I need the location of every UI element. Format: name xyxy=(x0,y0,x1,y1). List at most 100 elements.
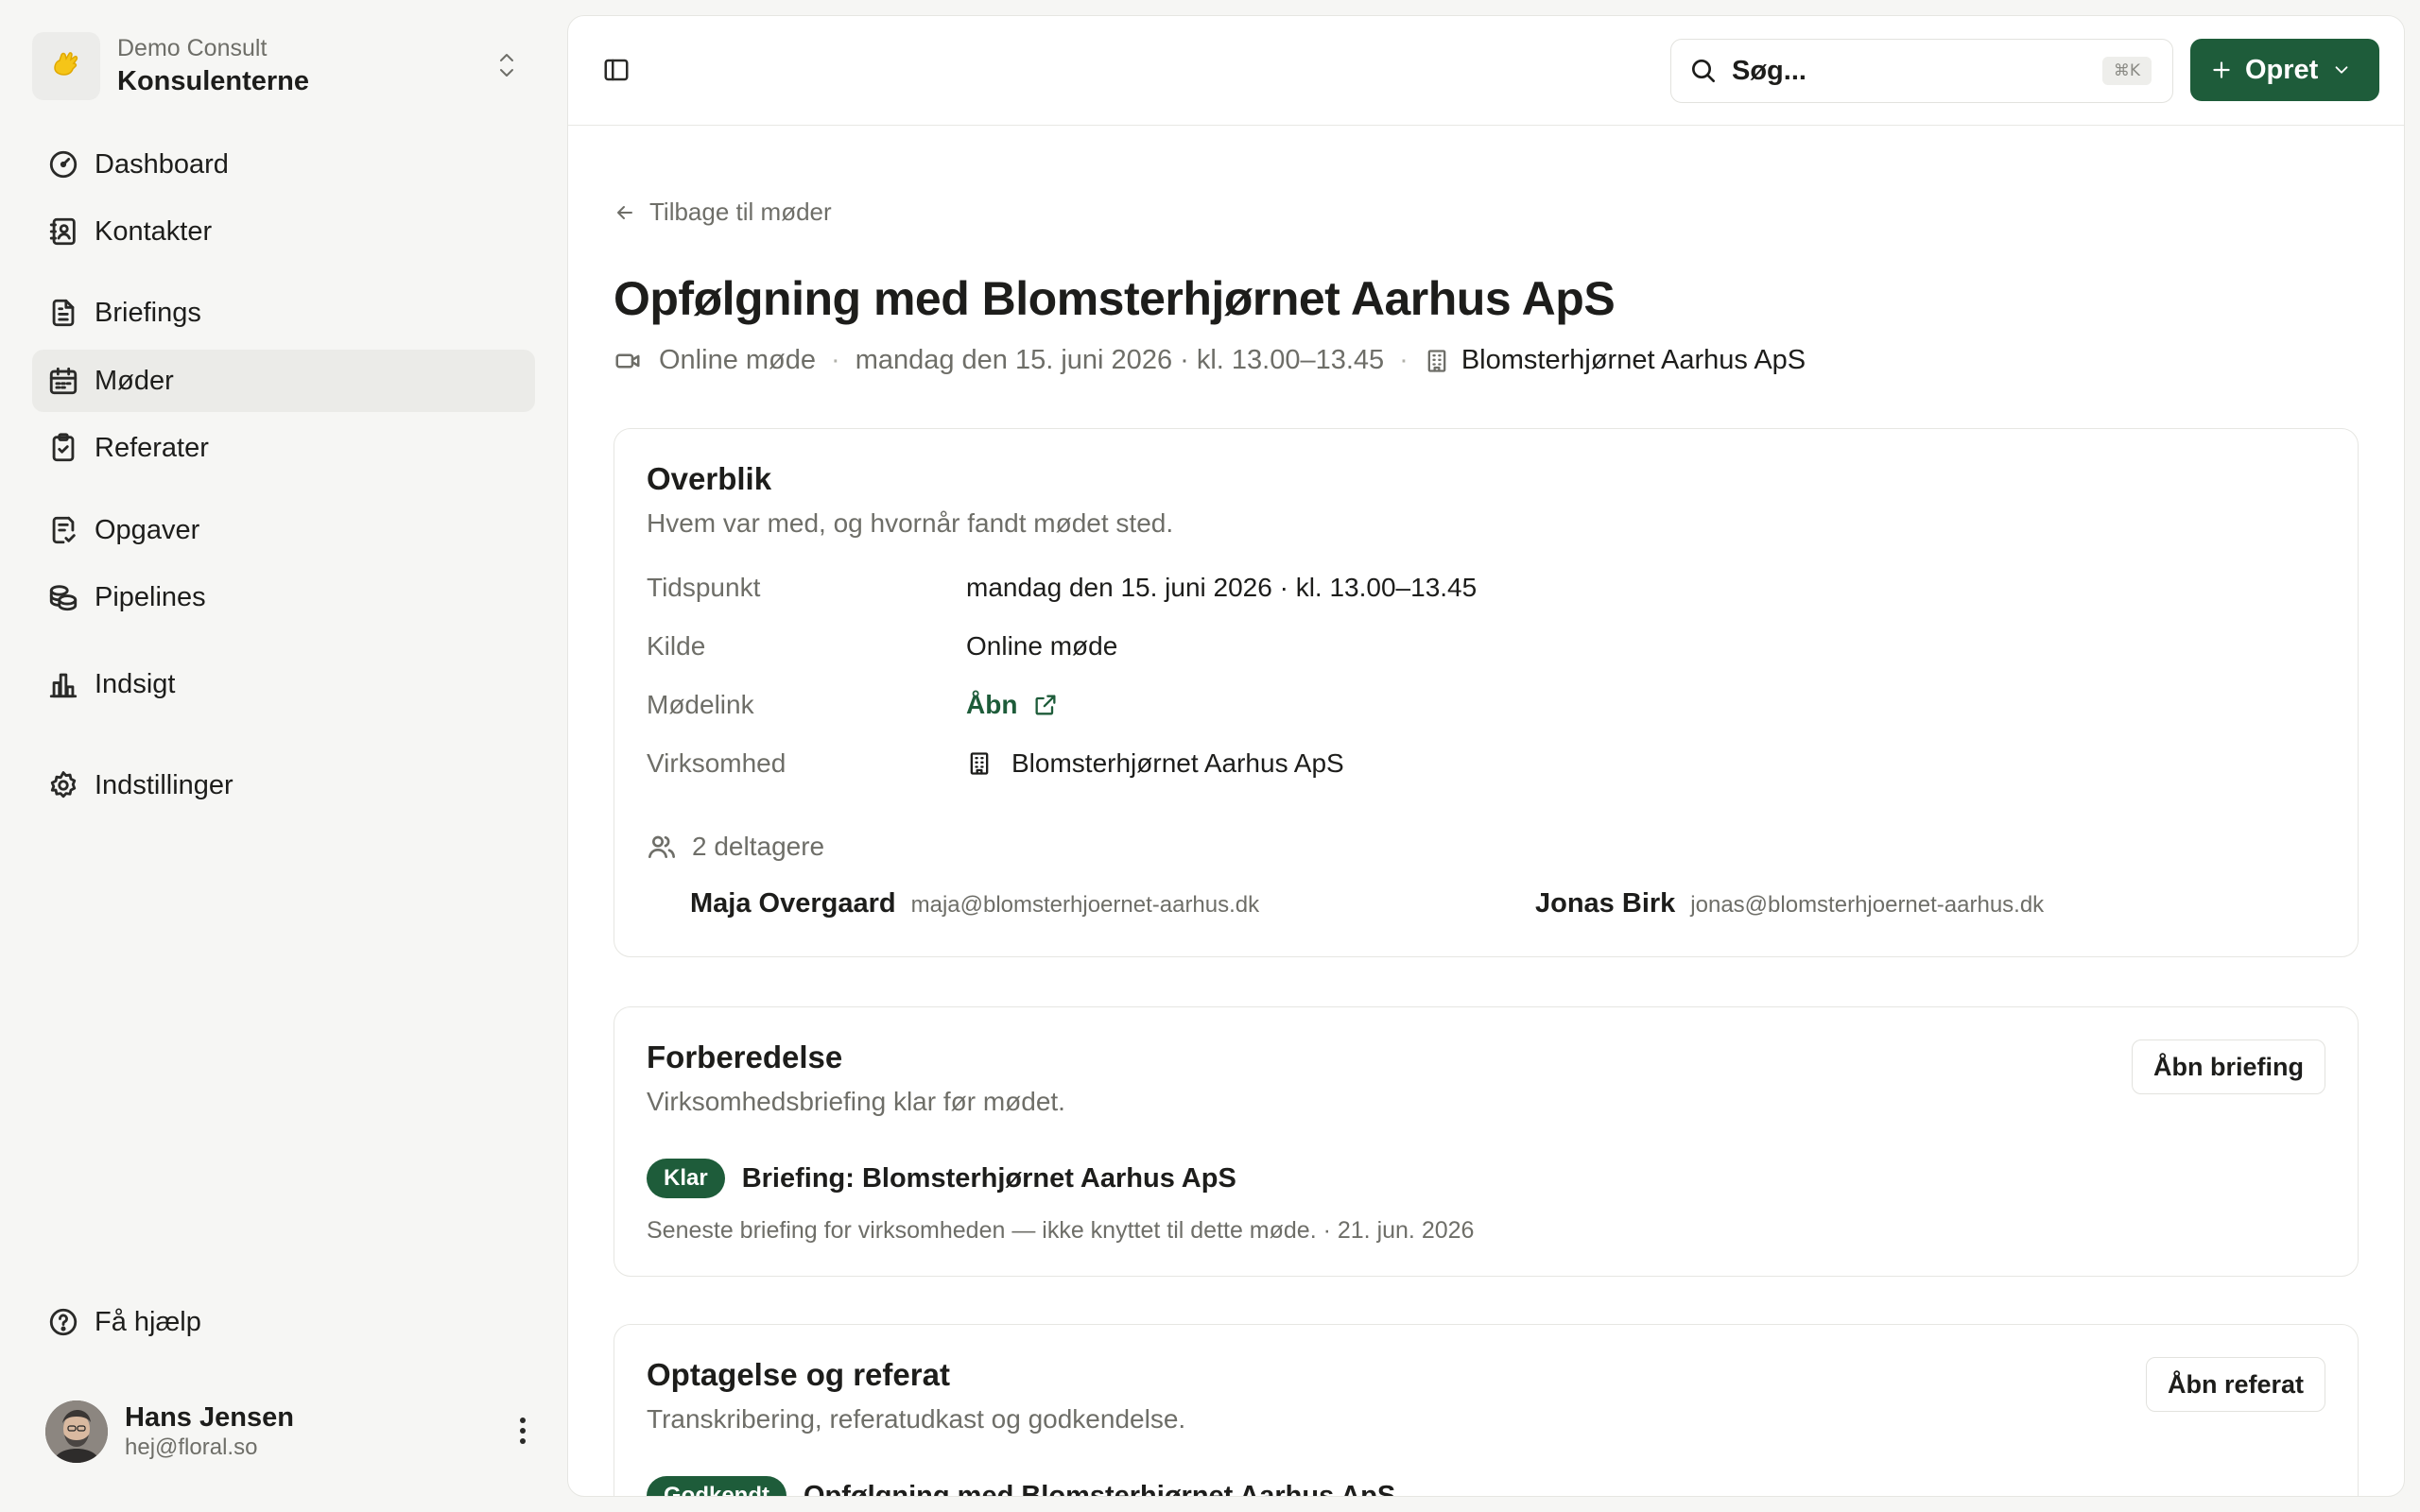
detail-value: Online møde xyxy=(966,631,1118,661)
participant-email[interactable]: maja@blomsterhjoernet-aarhus.dk xyxy=(911,892,1260,919)
sidebar-item-briefings[interactable]: Briefings xyxy=(32,282,535,344)
briefing-item[interactable]: Klar Briefing: Blomsterhjørnet Aarhus Ap… xyxy=(647,1159,1236,1198)
recording-card: Optagelse og referat Transkribering, ref… xyxy=(614,1324,2359,1497)
user-email: hej@floral.so xyxy=(125,1435,258,1460)
sidebar-item-label: Indsigt xyxy=(95,668,176,699)
back-link[interactable]: Tilbage til møder xyxy=(614,198,832,227)
sidebar-item-moder[interactable]: Møder xyxy=(32,350,535,412)
detail-key: Mødelink xyxy=(647,690,754,719)
company-name: Blomsterhjørnet Aarhus ApS xyxy=(1011,748,1344,778)
detail-row-company: Virksomhed Blomsterhjørnet Aarhus ApS xyxy=(647,748,1781,786)
overview-card: Overblik Hvem var med, og hvornår fandt … xyxy=(614,428,2359,957)
overview-title: Overblik xyxy=(647,461,772,496)
workspace-logo xyxy=(32,32,100,100)
video-icon xyxy=(615,353,640,368)
topbar: Søg... ⌘K Opret xyxy=(568,16,2404,126)
participant-name: Jonas Birk xyxy=(1535,888,1676,919)
detail-row-meeting-link: Mødelink Åbn xyxy=(647,690,1781,728)
chevron-down-icon xyxy=(2335,66,2348,74)
help-link[interactable]: Få hjælp xyxy=(32,1291,535,1353)
users-icon xyxy=(648,835,675,858)
more-vertical-icon[interactable] xyxy=(518,1416,527,1446)
sidebar-item-kontakter[interactable]: Kontakter xyxy=(32,200,535,263)
sidebar-item-pipelines[interactable]: Pipelines xyxy=(32,566,535,628)
meeting-link-label: Åbn xyxy=(966,690,1018,719)
sidebar-item-label: Opgaver xyxy=(95,514,200,545)
preparation-subtitle: Virksomhedsbriefing klar før mødet. xyxy=(647,1087,1065,1116)
participants-header: 2 deltagere xyxy=(647,832,824,862)
minutes-item[interactable]: Godkendt Opfølgning med Blomsterhjørnet … xyxy=(647,1476,1396,1497)
participant: Maja Overgaard maja@blomsterhjoernet-aar… xyxy=(690,888,1259,919)
detail-key: Virksomhed xyxy=(647,748,786,778)
user-name: Hans Jensen xyxy=(125,1402,294,1433)
sidebar-item-label: Kontakter xyxy=(95,215,213,247)
create-button[interactable]: Opret xyxy=(2190,39,2379,101)
participants-count: 2 deltagere xyxy=(692,832,825,861)
open-minutes-button[interactable]: Åbn referat xyxy=(2145,1357,2325,1412)
meta-company: Blomsterhjørnet Aarhus ApS xyxy=(1461,345,1806,375)
sidebar: Demo Consult Konsulenterne Dashboard Kon… xyxy=(0,0,567,1512)
sidebar-item-dashboard[interactable]: Dashboard xyxy=(32,133,535,196)
status-badge: Godkendt xyxy=(647,1476,786,1496)
participant-email[interactable]: jonas@blomsterhjoernet-aarhus.dk xyxy=(1690,892,2044,919)
gear-icon xyxy=(50,771,77,799)
meta-separator: · xyxy=(831,345,840,375)
meta-datetime: mandag den 15. juni 2026 · kl. 13.00–13.… xyxy=(855,345,1385,375)
overview-subtitle: Hvem var med, og hvornår fandt mødet ste… xyxy=(647,508,1174,538)
task-icon xyxy=(52,516,76,544)
main-panel: Søg... ⌘K Opret Tilbage til møder Opfølg… xyxy=(567,15,2405,1497)
preparation-card: Forberedelse Virksomhedsbriefing klar fø… xyxy=(614,1006,2359,1277)
hand-logo-icon xyxy=(54,52,78,76)
workspace-switcher[interactable]: Demo Consult Konsulenterne xyxy=(32,21,524,112)
detail-value: mandag den 15. juni 2026 · kl. 13.00–13.… xyxy=(966,573,1478,602)
sidebar-item-label: Briefings xyxy=(95,297,201,328)
sidebar-item-indstillinger[interactable]: Indstillinger xyxy=(32,754,535,816)
meeting-link[interactable]: Åbn xyxy=(966,690,1059,720)
search-icon xyxy=(1692,60,1715,82)
page-title: Opfølgning med Blomsterhjørnet Aarhus Ap… xyxy=(614,272,1616,325)
meeting-meta: Online møde · mandag den 15. juni 2026 ·… xyxy=(614,345,1806,376)
briefing-title: Briefing: Blomsterhjørnet Aarhus ApS xyxy=(741,1162,1236,1194)
coins-icon xyxy=(49,585,78,611)
sidebar-item-indsigt[interactable]: Indsigt xyxy=(32,653,535,715)
sidebar-toggle-icon[interactable] xyxy=(602,56,631,84)
sidebar-item-label: Pipelines xyxy=(95,581,206,612)
sidebar-item-opgaver[interactable]: Opgaver xyxy=(32,499,535,561)
sidebar-item-label: Møder xyxy=(95,365,174,396)
search-input[interactable]: Søg... ⌘K xyxy=(1670,39,2173,103)
help-circle-icon xyxy=(49,1308,78,1336)
sidebar-item-label: Indstillinger xyxy=(95,769,233,800)
detail-row-source: Kilde Online møde xyxy=(647,631,1781,669)
participant: Jonas Birk jonas@blomsterhjoernet-aarhus… xyxy=(1535,888,2044,919)
sidebar-item-referater[interactable]: Referater xyxy=(32,417,535,479)
detail-row-time: Tidspunkt mandag den 15. juni 2026 · kl.… xyxy=(647,573,1781,610)
detail-key: Tidspunkt xyxy=(647,573,761,602)
contacts-icon xyxy=(49,217,76,246)
clipboard-check-icon xyxy=(52,433,75,462)
sidebar-item-label: Referater xyxy=(95,432,209,463)
preparation-title: Forberedelse xyxy=(647,1040,843,1074)
user-profile[interactable]: Hans Jensen hej@floral.so xyxy=(45,1397,527,1467)
create-label: Opret xyxy=(2245,54,2319,85)
briefing-note: Seneste briefing for virksomheden — ikke… xyxy=(647,1217,1475,1244)
minutes-title: Opfølgning med Blomsterhjørnet Aarhus Ap… xyxy=(804,1480,1396,1497)
chevrons-up-down-icon xyxy=(495,49,518,81)
building-icon xyxy=(1427,349,1446,372)
meta-source: Online møde xyxy=(659,345,817,375)
plus-icon xyxy=(2213,61,2230,78)
open-briefing-button[interactable]: Åbn briefing xyxy=(2132,1040,2325,1094)
gauge-icon xyxy=(49,150,78,179)
search-shortcut: ⌘K xyxy=(2101,57,2152,85)
back-label: Tilbage til møder xyxy=(649,198,832,226)
calendar-icon xyxy=(49,367,78,395)
search-placeholder: Søg... xyxy=(1732,55,1806,86)
participant-name: Maja Overgaard xyxy=(690,888,896,919)
arrow-left-icon xyxy=(617,205,632,219)
status-badge: Klar xyxy=(647,1159,725,1198)
help-label: Få hjælp xyxy=(95,1306,201,1337)
sidebar-item-label: Dashboard xyxy=(95,148,229,180)
company-value[interactable]: Blomsterhjørnet Aarhus ApS xyxy=(966,748,1344,779)
workspace-org: Demo Consult xyxy=(117,35,268,61)
recording-subtitle: Transkribering, referatudkast og godkend… xyxy=(647,1404,1186,1434)
bar-chart-icon xyxy=(49,673,78,698)
